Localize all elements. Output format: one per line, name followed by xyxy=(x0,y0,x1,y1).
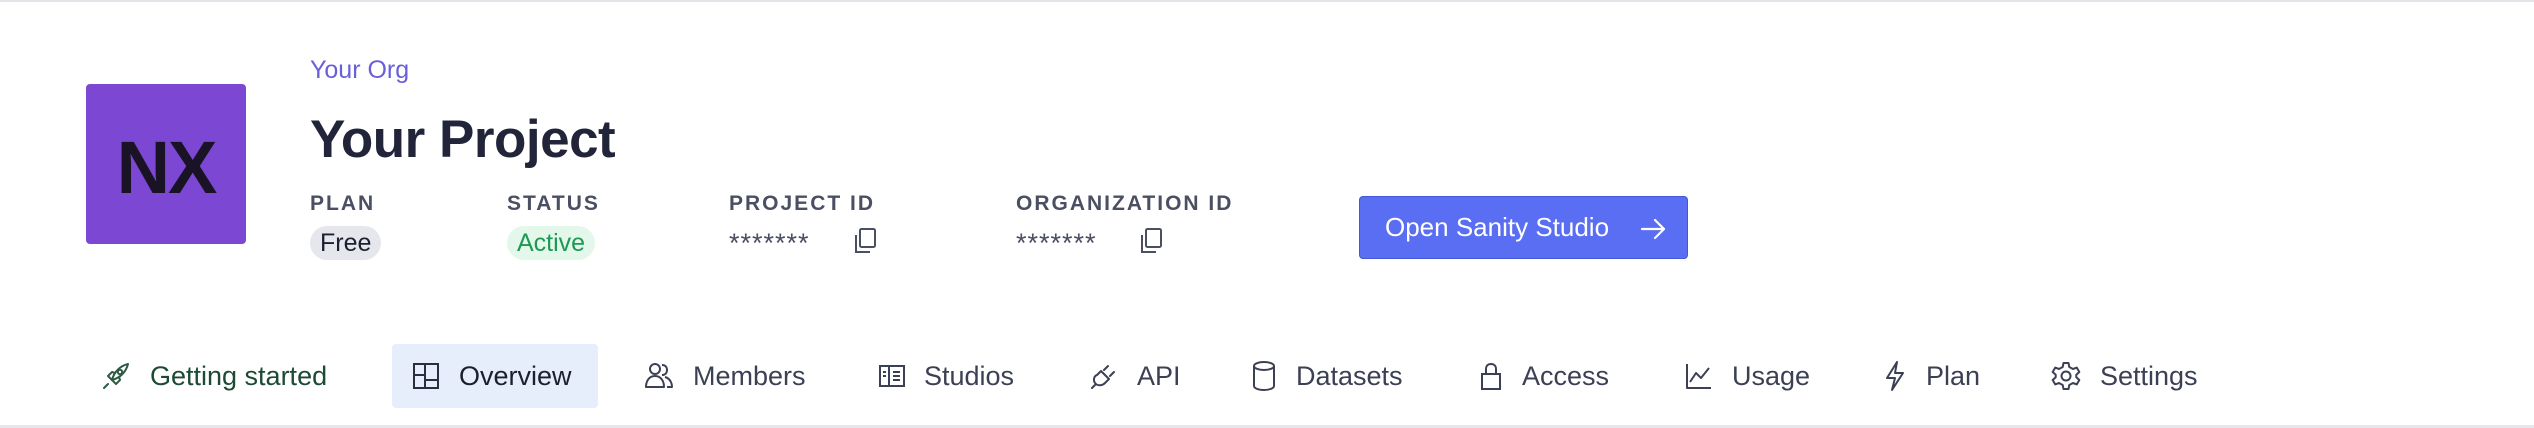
top-divider xyxy=(0,0,2534,2)
tab-label: Usage xyxy=(1732,360,1811,391)
arrow-right-icon xyxy=(1640,218,1666,240)
copy-project-id-button[interactable] xyxy=(851,226,879,256)
tab-datasets[interactable]: Datasets xyxy=(1250,344,1420,408)
tab-studios[interactable]: Studios xyxy=(878,344,1038,408)
lock-icon xyxy=(1481,362,1501,390)
open-studio-label: Open Sanity Studio xyxy=(1385,212,1610,242)
dashboard-icon xyxy=(413,363,439,389)
studio-icon xyxy=(879,365,905,387)
organization-id-label: ORGANIZATION ID xyxy=(1016,192,1234,215)
gear-icon xyxy=(2051,362,2081,390)
tab-settings[interactable]: Settings xyxy=(2050,344,2220,408)
copy-icon xyxy=(1141,228,1162,253)
org-link[interactable]: Your Org xyxy=(310,56,409,85)
tab-label: Plan xyxy=(1926,360,1981,391)
tab-label: Access xyxy=(1522,360,1610,391)
users-icon xyxy=(645,363,673,388)
project-id-label: PROJECT ID xyxy=(729,192,876,215)
plan-label: PLAN xyxy=(310,192,376,215)
tab-label: Getting started xyxy=(150,360,328,391)
tab-api[interactable]: API xyxy=(1089,344,1209,408)
project-tabs: Getting started Overview Members Studios xyxy=(0,344,2534,408)
status-badge: Active xyxy=(507,226,596,260)
tab-label: Datasets xyxy=(1296,360,1403,391)
plug-icon xyxy=(1091,365,1115,389)
database-icon xyxy=(1253,361,1275,392)
tab-label: API xyxy=(1137,360,1181,391)
tab-label: Members xyxy=(693,360,806,391)
avatar-initials: NX xyxy=(116,125,218,209)
tab-access[interactable]: Access xyxy=(1478,344,1628,408)
copy-icon xyxy=(855,228,876,253)
tab-overview[interactable]: Overview xyxy=(392,344,598,408)
project-title: Your Project xyxy=(310,110,616,169)
tab-label: Studios xyxy=(924,360,1015,391)
status-label: STATUS xyxy=(507,192,600,215)
bolt-icon xyxy=(1886,361,1904,391)
project-avatar: NX xyxy=(86,84,246,244)
tab-members[interactable]: Members xyxy=(643,344,823,408)
tab-getting-started[interactable]: Getting started xyxy=(100,344,350,408)
rocket-icon xyxy=(103,363,129,389)
chart-icon xyxy=(1686,364,1711,389)
organization-id-value: ******* xyxy=(1016,228,1097,258)
tab-label: Overview xyxy=(459,360,572,391)
open-studio-button[interactable]: Open Sanity Studio xyxy=(1359,196,1688,259)
tab-plan[interactable]: Plan xyxy=(1882,344,1992,408)
plan-badge: Free xyxy=(310,226,382,260)
tab-usage[interactable]: Usage xyxy=(1684,344,1824,408)
tab-label: Settings xyxy=(2100,360,2198,391)
copy-organization-id-button[interactable] xyxy=(1137,226,1165,256)
project-id-value: ******* xyxy=(729,228,810,258)
